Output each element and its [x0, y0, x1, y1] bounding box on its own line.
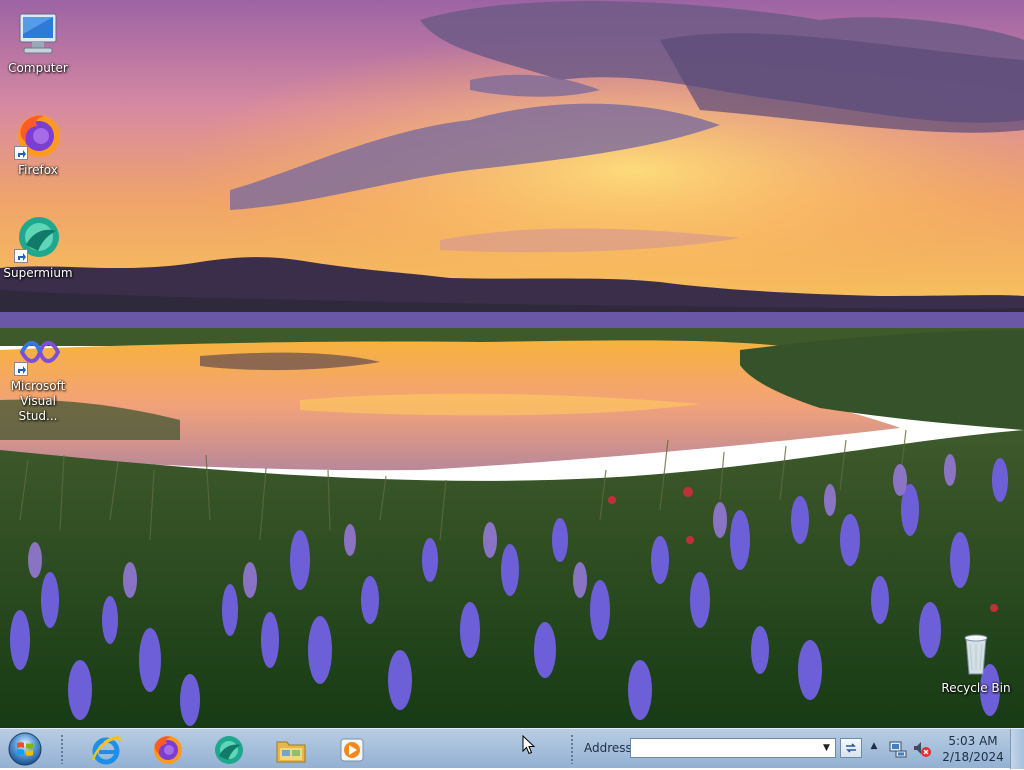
address-label: Address — [584, 741, 632, 755]
shortcut-arrow-icon — [14, 249, 28, 263]
taskbar-clock[interactable]: 5:03 AM 2/18/2024 — [940, 733, 1006, 765]
taskbar: Address ▼ ▲ 5:03 AM 2/18/2024 — [0, 728, 1024, 769]
taskbar-firefox[interactable] — [145, 731, 189, 767]
clock-date: 2/18/2024 — [942, 750, 1004, 764]
taskbar-grip[interactable] — [60, 734, 64, 764]
desktop-icon-supermium[interactable]: Supermium — [0, 215, 76, 281]
desktop-icon-label: Firefox — [18, 163, 58, 177]
desktop-icon-label: Microsoft Visual Stud... — [10, 379, 66, 423]
taskbar-supermium[interactable] — [207, 731, 251, 767]
supermium-icon — [14, 215, 62, 263]
chevron-down-icon: ▼ — [823, 743, 830, 753]
desktop-icon-label: Computer — [8, 61, 68, 75]
desktop-icon-label: Supermium — [3, 266, 73, 280]
shortcut-arrow-icon — [14, 362, 28, 376]
taskbar-media-player[interactable] — [330, 731, 374, 767]
volume-tray-icon[interactable] — [912, 739, 932, 759]
show-hidden-icons-button[interactable]: ▲ — [868, 741, 880, 755]
folder-icon — [276, 741, 306, 763]
supermium-icon — [215, 736, 243, 764]
network-icon — [889, 741, 907, 758]
desktop-wallpaper — [0, 0, 1024, 728]
chevron-up-icon: ▲ — [870, 741, 878, 751]
address-go-button[interactable] — [840, 738, 862, 758]
volume-muted-icon — [914, 742, 931, 757]
clock-time: 5:03 AM — [948, 734, 998, 748]
start-button[interactable] — [6, 731, 44, 767]
taskbar-internet-explorer[interactable] — [84, 731, 128, 767]
desktop-icon-label: Recycle Bin — [941, 681, 1011, 695]
firefox-icon — [154, 736, 182, 764]
windows-start-orb-icon — [8, 732, 42, 766]
network-tray-icon[interactable] — [888, 739, 908, 759]
firefox-icon — [14, 112, 62, 160]
taskbar-windows-explorer[interactable] — [269, 731, 313, 767]
toolbar-grip[interactable] — [570, 734, 574, 764]
show-desktop-button[interactable] — [1010, 729, 1024, 769]
address-dropdown-button[interactable]: ▼ — [818, 739, 835, 757]
recycle-bin-icon — [952, 630, 1000, 678]
desktop-icon-recycle-bin[interactable]: Recycle Bin — [938, 630, 1014, 696]
desktop-icon-firefox[interactable]: Firefox — [0, 112, 76, 178]
address-input[interactable] — [630, 738, 836, 758]
media-player-icon — [340, 738, 364, 762]
refresh-go-icon — [846, 743, 856, 753]
visual-studio-icon — [14, 328, 62, 376]
mouse-cursor-icon — [522, 734, 536, 758]
shortcut-arrow-icon — [14, 146, 28, 160]
computer-icon — [14, 10, 62, 58]
internet-explorer-icon — [91, 736, 122, 765]
desktop-icon-visual-studio[interactable]: Microsoft Visual Stud... — [0, 328, 76, 424]
desktop-icon-computer[interactable]: Computer — [0, 10, 76, 76]
